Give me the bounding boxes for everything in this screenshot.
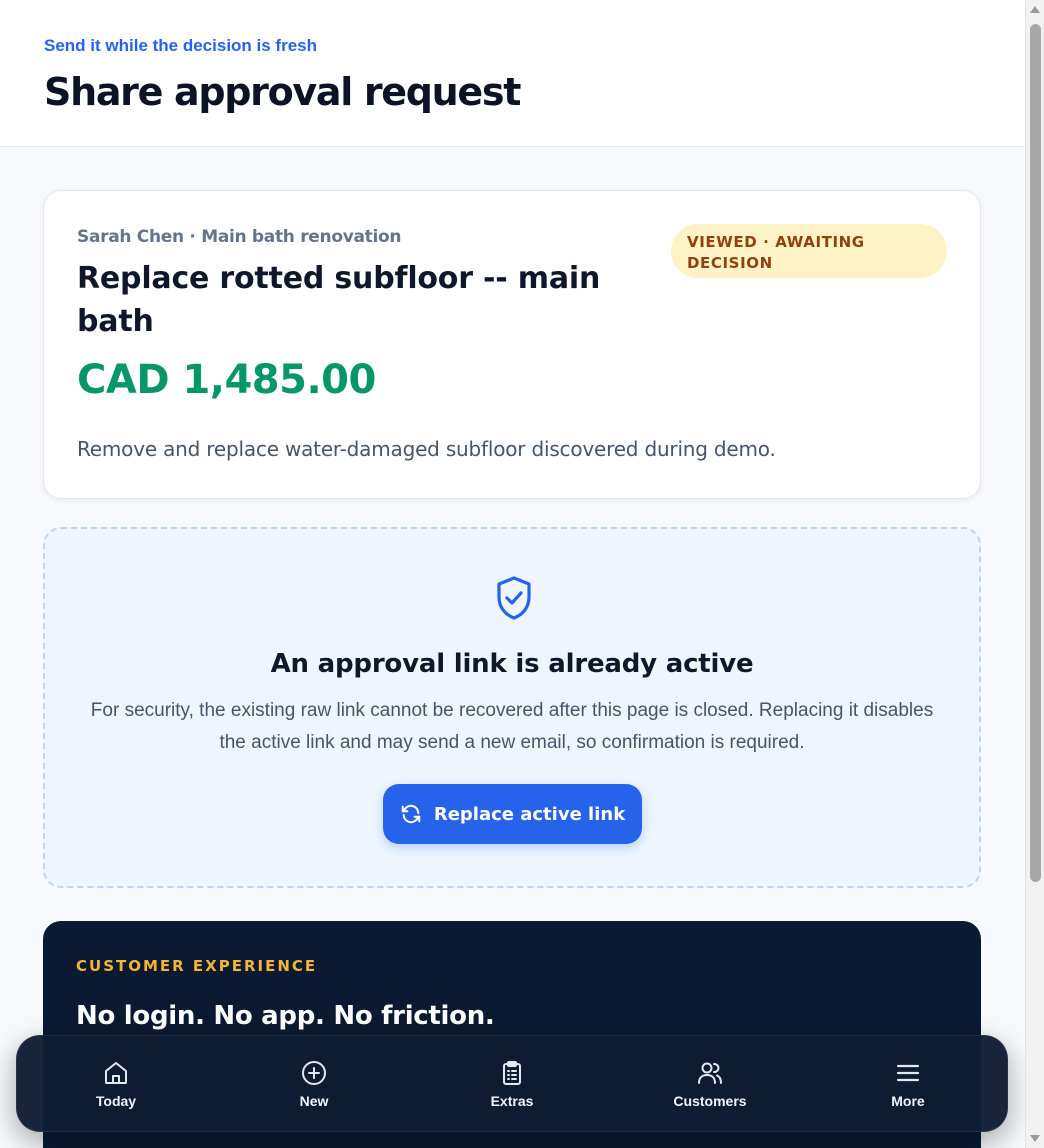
nav-item-more[interactable]: More: [818, 1059, 998, 1109]
request-amount: CAD 1,485.00: [77, 357, 376, 403]
replace-active-link-label: Replace active link: [433, 803, 626, 825]
nav-label-more: More: [891, 1092, 925, 1109]
refresh-icon: [401, 804, 421, 824]
scroll-down-arrow-icon[interactable]: [1030, 1135, 1040, 1142]
vertical-scrollbar[interactable]: [1025, 0, 1044, 1148]
shield-check-icon: [497, 576, 531, 620]
scrollbar-thumb[interactable]: [1030, 24, 1041, 882]
request-description: Remove and replace water-damaged subfloo…: [77, 437, 776, 461]
customer-experience-eyebrow: CUSTOMER EXPERIENCE: [76, 957, 318, 975]
active-link-text: For security, the existing raw link cann…: [90, 700, 934, 753]
users-icon: [698, 1062, 722, 1084]
nav-item-customers[interactable]: Customers: [620, 1059, 800, 1109]
bottom-nav: Today New Extras Customers More: [16, 1035, 1008, 1132]
nav-label-extras: Extras: [490, 1092, 534, 1109]
page-title: Share approval request: [44, 70, 521, 114]
status-badge: Viewed · Awaiting decision: [671, 224, 947, 278]
nav-label-customers: Customers: [673, 1092, 747, 1109]
nav-item-today[interactable]: Today: [26, 1059, 206, 1109]
nav-label-today: Today: [95, 1092, 137, 1109]
header-eyebrow: Send it while the decision is fresh: [44, 36, 318, 55]
replace-active-link-button[interactable]: Replace active link: [383, 784, 642, 844]
active-link-title: An approval link is already active: [270, 649, 754, 679]
menu-icon: [896, 1064, 920, 1081]
active-link-panel: An approval link is already active For s…: [43, 527, 981, 888]
request-title: Replace rotted subfloor -- main bath: [77, 261, 601, 339]
customer-experience-title: No login. No app. No friction.: [76, 1001, 495, 1031]
plus-circle-icon: [302, 1060, 326, 1085]
page: Send it while the decision is fresh Shar…: [0, 0, 1025, 1148]
page-header: Send it while the decision is fresh Shar…: [0, 0, 1025, 147]
home-icon: [105, 1061, 127, 1084]
nav-label-new: New: [299, 1092, 329, 1109]
scroll-up-arrow-icon[interactable]: [1030, 6, 1040, 13]
nav-item-new[interactable]: New: [224, 1059, 404, 1109]
request-summary-card: Sarah Chen · Main bath renovation Replac…: [43, 190, 981, 499]
nav-item-extras[interactable]: Extras: [422, 1059, 602, 1109]
clipboard-icon: [503, 1060, 521, 1085]
